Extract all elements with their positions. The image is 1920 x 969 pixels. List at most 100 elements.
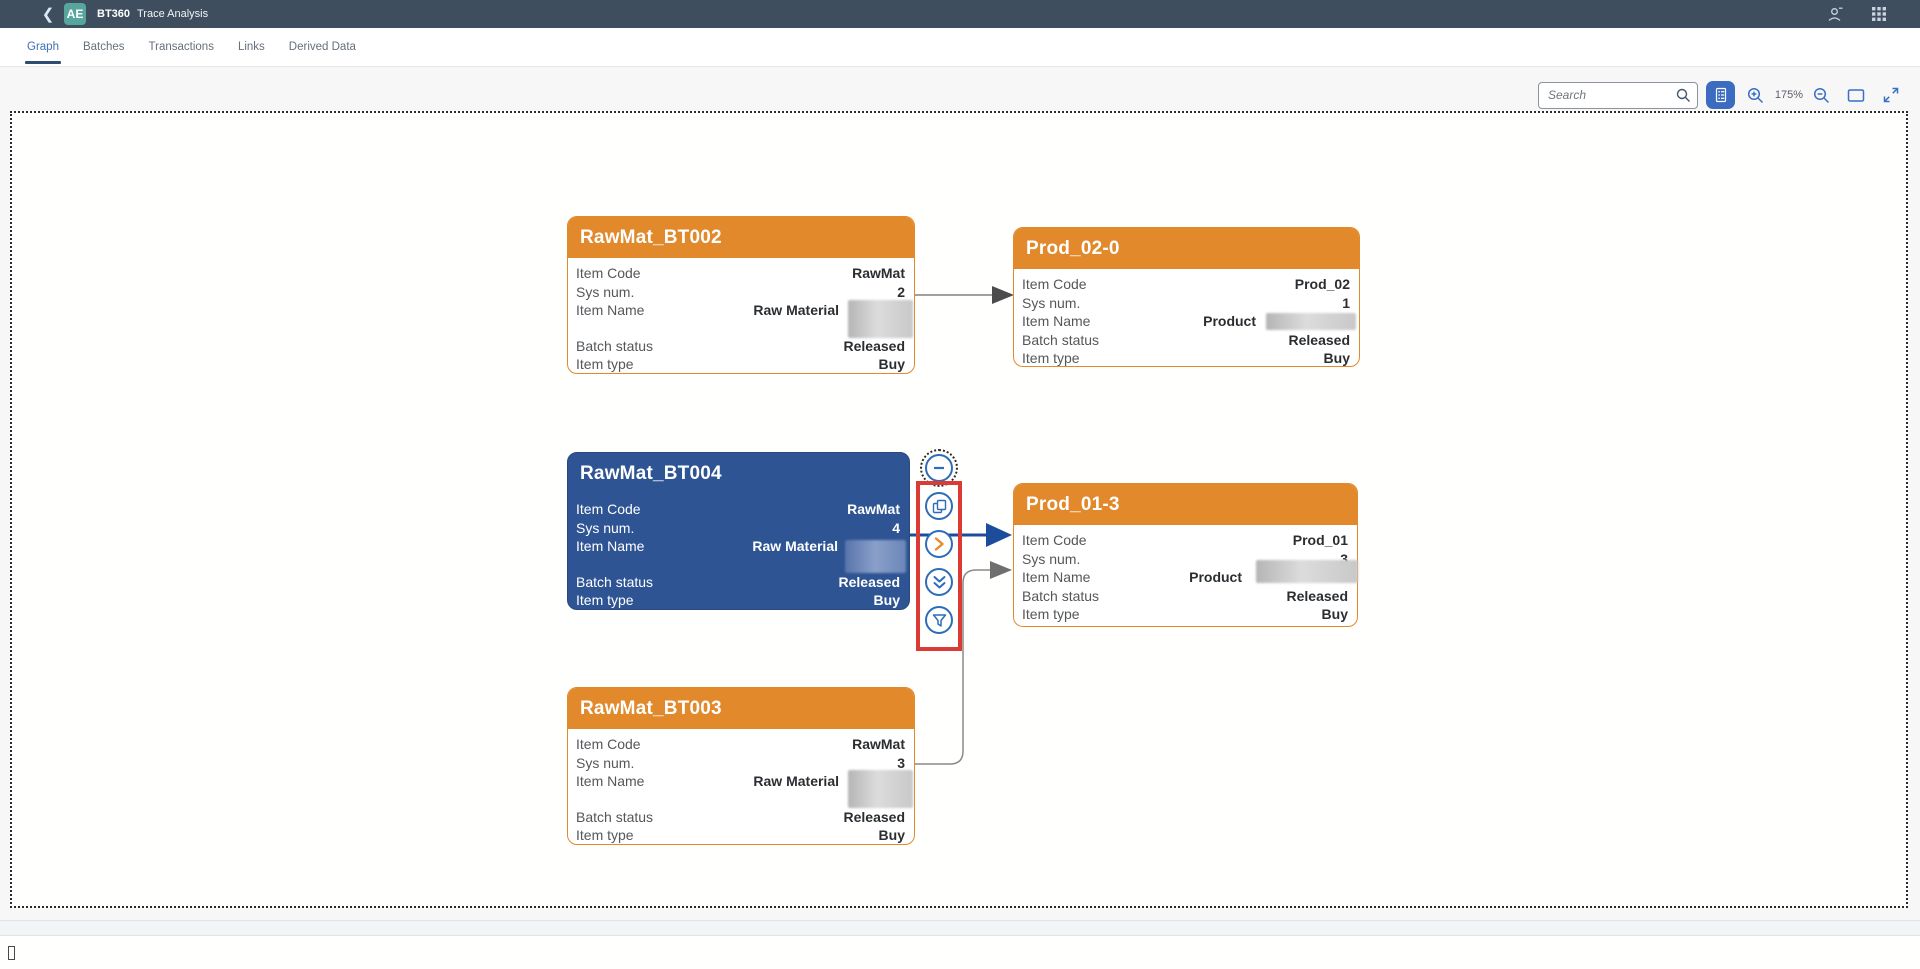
- expand-right-button[interactable]: [925, 530, 953, 558]
- row-value: Released: [843, 808, 905, 825]
- redacted-value: [845, 540, 906, 573]
- row-label: Item Code: [576, 501, 641, 517]
- row-label: Batch status: [576, 573, 654, 590]
- search-icon[interactable]: [1676, 88, 1691, 103]
- graph-canvas[interactable]: RawMat_BT002 Item Code RawMat Sys num. 2 I…: [10, 111, 1908, 908]
- row-label: Item Code: [576, 265, 641, 281]
- row-label: Item Code: [1022, 532, 1087, 548]
- row-value: Buy: [878, 356, 905, 372]
- row-label: Batch status: [1022, 331, 1100, 348]
- row-label: Sys num.: [576, 754, 635, 771]
- node-title: Prod_01-3: [1014, 484, 1357, 525]
- collapse-button[interactable]: [925, 454, 953, 482]
- row-value: Prod_01: [1292, 532, 1348, 548]
- row-value: Product: [1189, 569, 1242, 585]
- tab-derived-data[interactable]: Derived Data: [289, 28, 356, 66]
- app-logo[interactable]: AE: [64, 3, 86, 25]
- fit-view-icon: [1847, 88, 1865, 102]
- node-prod-02-0[interactable]: Prod_02-0 Item Code Prod_02 Sys num. 1 Ite…: [1013, 227, 1360, 367]
- edge-bt002-to-prod02: [915, 286, 1014, 304]
- redacted-value: [848, 770, 913, 808]
- filter-button[interactable]: [925, 606, 953, 634]
- row-label: Item Name: [576, 302, 645, 318]
- zoom-level-label[interactable]: 175%: [1773, 89, 1805, 101]
- row-value: RawMat: [852, 736, 905, 752]
- row-label: Item Name: [576, 773, 645, 789]
- fit-view-button[interactable]: [1846, 85, 1866, 105]
- app-grid-icon[interactable]: [1872, 7, 1888, 21]
- row-value: Raw Material: [753, 302, 839, 318]
- graph-toolbar: 175%: [1538, 81, 1901, 109]
- node-title: Prod_02-0: [1014, 228, 1359, 269]
- search-input[interactable]: [1538, 81, 1698, 109]
- row-label: Item type: [576, 592, 634, 608]
- row-label: Sys num.: [1022, 294, 1081, 311]
- shellbar: ❮ AE BT360 Trace Analysis: [0, 0, 1920, 28]
- row-value: 4: [892, 519, 900, 536]
- expand-all-button[interactable]: [925, 568, 953, 596]
- row-label: Item Code: [576, 736, 641, 752]
- row-value: RawMat: [852, 265, 905, 281]
- user-settings-icon[interactable]: [1827, 6, 1844, 23]
- row-value: 2: [897, 283, 905, 300]
- redacted-value: [1256, 560, 1358, 583]
- row-value: Buy: [878, 827, 905, 843]
- node-prod-01-3[interactable]: Prod_01-3 Item Code Prod_01 Sys num. 3 Ite…: [1013, 483, 1358, 627]
- footer-placeholder-glyph: [8, 946, 15, 960]
- filter-icon: [932, 613, 946, 627]
- row-value: Raw Material: [752, 538, 838, 554]
- zoom-in-icon: [1747, 87, 1763, 103]
- row-label: Item type: [1022, 350, 1080, 366]
- row-value: 1: [1342, 294, 1350, 311]
- row-label: Sys num.: [576, 283, 635, 300]
- legend-icon: [1715, 87, 1726, 103]
- tab-transactions[interactable]: Transactions: [149, 28, 214, 66]
- shellbar-actions: [1827, 0, 1888, 28]
- zoom-out-icon: [1813, 87, 1829, 103]
- collapse-minus-icon: [934, 466, 944, 470]
- row-value: Released: [1288, 331, 1350, 348]
- legend-button[interactable]: [1706, 81, 1735, 109]
- row-label: Item Name: [1022, 313, 1091, 329]
- row-label: Item type: [576, 356, 634, 372]
- copy-button[interactable]: [925, 492, 953, 520]
- redacted-value: [1266, 313, 1356, 330]
- row-value: Released: [838, 573, 900, 590]
- app-logo-text: AE: [66, 7, 84, 21]
- expand-right-icon: [934, 537, 944, 551]
- row-label: Item Code: [1022, 276, 1087, 292]
- row-label: Item Name: [576, 538, 645, 554]
- node-rawmat-bt003[interactable]: RawMat_BT003 Item Code RawMat Sys num. 3 I…: [567, 687, 915, 845]
- row-value: Buy: [1323, 350, 1350, 366]
- row-value: Product: [1203, 313, 1256, 329]
- fullscreen-button[interactable]: [1881, 85, 1901, 105]
- redacted-value: [848, 300, 913, 338]
- search-box: [1538, 81, 1698, 109]
- tab-bar: Graph Batches Transactions Links Derived…: [0, 28, 1920, 67]
- back-icon[interactable]: ❮: [38, 0, 58, 28]
- expand-all-icon: [933, 575, 945, 588]
- tab-batches[interactable]: Batches: [83, 28, 125, 66]
- node-rawmat-bt002[interactable]: RawMat_BT002 Item Code RawMat Sys num. 2 I…: [567, 216, 915, 374]
- product-name: BT360: [97, 8, 131, 20]
- row-value: Buy: [1321, 606, 1348, 622]
- app-title: Trace Analysis: [137, 8, 209, 20]
- node-rawmat-bt004[interactable]: RawMat_BT004 Item Code RawMat Sys num. 4 I…: [567, 452, 910, 610]
- row-label: Sys num.: [1022, 550, 1081, 567]
- row-label: Item type: [576, 827, 634, 843]
- row-value: RawMat: [847, 501, 900, 517]
- zoom-out-button[interactable]: [1811, 85, 1831, 105]
- trace-analysis-page: ❮ AE BT360 Trace Analysis Graph Batches …: [0, 0, 1920, 969]
- row-label: Batch status: [576, 808, 654, 825]
- row-label: Item Name: [1022, 569, 1091, 585]
- tab-links[interactable]: Links: [238, 28, 265, 66]
- tab-graph[interactable]: Graph: [25, 28, 61, 66]
- row-value: Raw Material: [753, 773, 839, 789]
- zoom-in-button[interactable]: [1745, 85, 1765, 105]
- row-label: Batch status: [1022, 587, 1100, 604]
- footer-bar: [0, 920, 1920, 936]
- row-label: Item type: [1022, 606, 1080, 622]
- row-label: Sys num.: [576, 519, 635, 536]
- node-title: RawMat_BT003: [568, 688, 914, 729]
- copy-icon: [932, 499, 946, 513]
